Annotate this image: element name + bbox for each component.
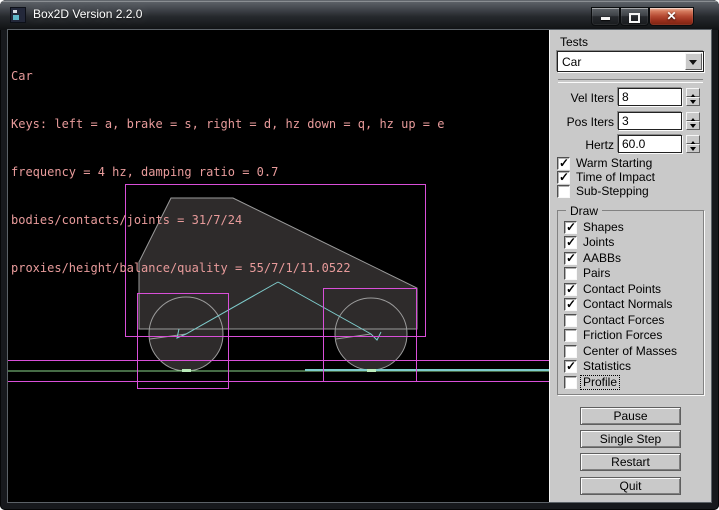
joints-label: Joints <box>583 236 614 249</box>
warm-starting-checkbox[interactable] <box>557 157 570 170</box>
spinner-down-button[interactable] <box>686 121 700 130</box>
titlebar[interactable]: Box2D Version 2.2.0 ✕ <box>0 0 719 30</box>
profile-label: Profile <box>581 376 619 389</box>
close-icon: ✕ <box>650 9 693 23</box>
contact-forces-label: Contact Forces <box>583 314 664 327</box>
pos-iters-spinner <box>686 112 700 130</box>
spinner-down-button[interactable] <box>686 97 700 106</box>
sub-stepping-label: Sub-Stepping <box>576 185 649 198</box>
app-window: Box2D Version 2.2.0 ✕ <box>0 0 719 510</box>
hertz-input[interactable] <box>618 135 682 153</box>
quit-button[interactable]: Quit <box>580 477 681 495</box>
tests-label: Tests <box>560 35 588 49</box>
pos-iters-label: Pos Iters <box>550 115 614 129</box>
shapes-label: Shapes <box>583 221 624 234</box>
shapes-checkbox[interactable] <box>564 221 577 234</box>
tests-dropdown-button[interactable] <box>685 53 702 70</box>
client-area: Car Keys: left = a, brake = s, right = d… <box>8 30 711 502</box>
contact-points-checkbox[interactable] <box>564 283 577 296</box>
close-button[interactable]: ✕ <box>649 7 694 26</box>
vel-iters-spinner <box>686 88 700 106</box>
frequency-text: frequency = 4 hz, damping ratio = 0.7 <box>11 164 444 180</box>
front-contact-point <box>367 369 376 372</box>
spinner-down-button[interactable] <box>686 144 700 153</box>
pos-iters-input[interactable] <box>618 112 682 130</box>
vel-iters-input[interactable] <box>618 88 682 106</box>
sub-stepping-checkbox[interactable] <box>557 185 570 198</box>
vel-iters-row: Vel Iters <box>550 88 712 106</box>
app-icon <box>10 7 26 23</box>
minimize-button[interactable] <box>591 7 620 26</box>
pairs-label: Pairs <box>583 267 610 280</box>
rear-contact-point <box>182 369 191 372</box>
spinner-up-button[interactable] <box>686 88 700 97</box>
arrow-down-icon <box>690 124 696 131</box>
statistics-label: Statistics <box>583 360 631 373</box>
spinner-up-button[interactable] <box>686 135 700 144</box>
restart-button[interactable]: Restart <box>580 453 681 471</box>
pairs-checkbox[interactable] <box>564 267 577 280</box>
warm-starting-label: Warm Starting <box>576 157 652 170</box>
contact-normals-label: Contact Normals <box>583 298 672 311</box>
joints-checkbox[interactable] <box>564 236 577 249</box>
separator <box>558 79 703 83</box>
tests-dropdown-value: Car <box>562 55 581 69</box>
arrow-down-icon <box>690 147 696 154</box>
debug-text-overlay: Car Keys: left = a, brake = s, right = d… <box>11 36 444 308</box>
friction-forces-label: Friction Forces <box>583 329 662 342</box>
center-of-masses-label: Center of Masses <box>583 345 677 358</box>
contact-normals-checkbox[interactable] <box>564 298 577 311</box>
chevron-down-icon <box>689 60 697 69</box>
proxies-stats-text: proxies/height/balance/quality = 55/7/1/… <box>11 260 444 276</box>
single-step-button[interactable]: Single Step <box>580 430 681 448</box>
profile-checkbox[interactable] <box>564 376 577 389</box>
time-of-impact-checkbox[interactable] <box>557 171 570 184</box>
spinner-up-button[interactable] <box>686 112 700 121</box>
keys-help-text: Keys: left = a, brake = s, right = d, hz… <box>11 116 444 132</box>
control-panel: Tests Car Vel Iters Pos Iters <box>549 30 711 502</box>
arrow-down-icon <box>690 100 696 107</box>
hertz-spinner <box>686 135 700 153</box>
draw-group-legend: Draw <box>566 204 602 218</box>
tests-dropdown[interactable]: Car <box>557 51 704 72</box>
hertz-row: Hertz <box>550 135 712 153</box>
pos-iters-row: Pos Iters <box>550 112 712 130</box>
friction-forces-checkbox[interactable] <box>564 329 577 342</box>
aabbs-label: AABBs <box>583 252 621 265</box>
statistics-checkbox[interactable] <box>564 360 577 373</box>
hertz-label: Hertz <box>550 138 614 152</box>
contact-points-label: Contact Points <box>583 283 661 296</box>
vel-iters-label: Vel Iters <box>550 91 614 105</box>
test-name-text: Car <box>11 68 444 84</box>
maximize-button[interactable] <box>620 7 649 26</box>
aabbs-checkbox[interactable] <box>564 252 577 265</box>
minimize-icon <box>601 17 610 20</box>
app-icon-pixel <box>13 10 17 13</box>
app-icon-pixel <box>13 15 19 20</box>
bodies-stats-text: bodies/contacts/joints = 31/7/24 <box>11 212 444 228</box>
center-of-masses-checkbox[interactable] <box>564 345 577 358</box>
time-of-impact-label: Time of Impact <box>576 171 655 184</box>
contact-forces-checkbox[interactable] <box>564 314 577 327</box>
maximize-icon <box>629 13 640 23</box>
simulation-canvas[interactable]: Car Keys: left = a, brake = s, right = d… <box>8 30 549 502</box>
window-title: Box2D Version 2.2.0 <box>33 0 142 30</box>
pause-button[interactable]: Pause <box>580 407 681 425</box>
draw-group: Draw Shapes Joints AABBs Pairs <box>557 210 704 395</box>
